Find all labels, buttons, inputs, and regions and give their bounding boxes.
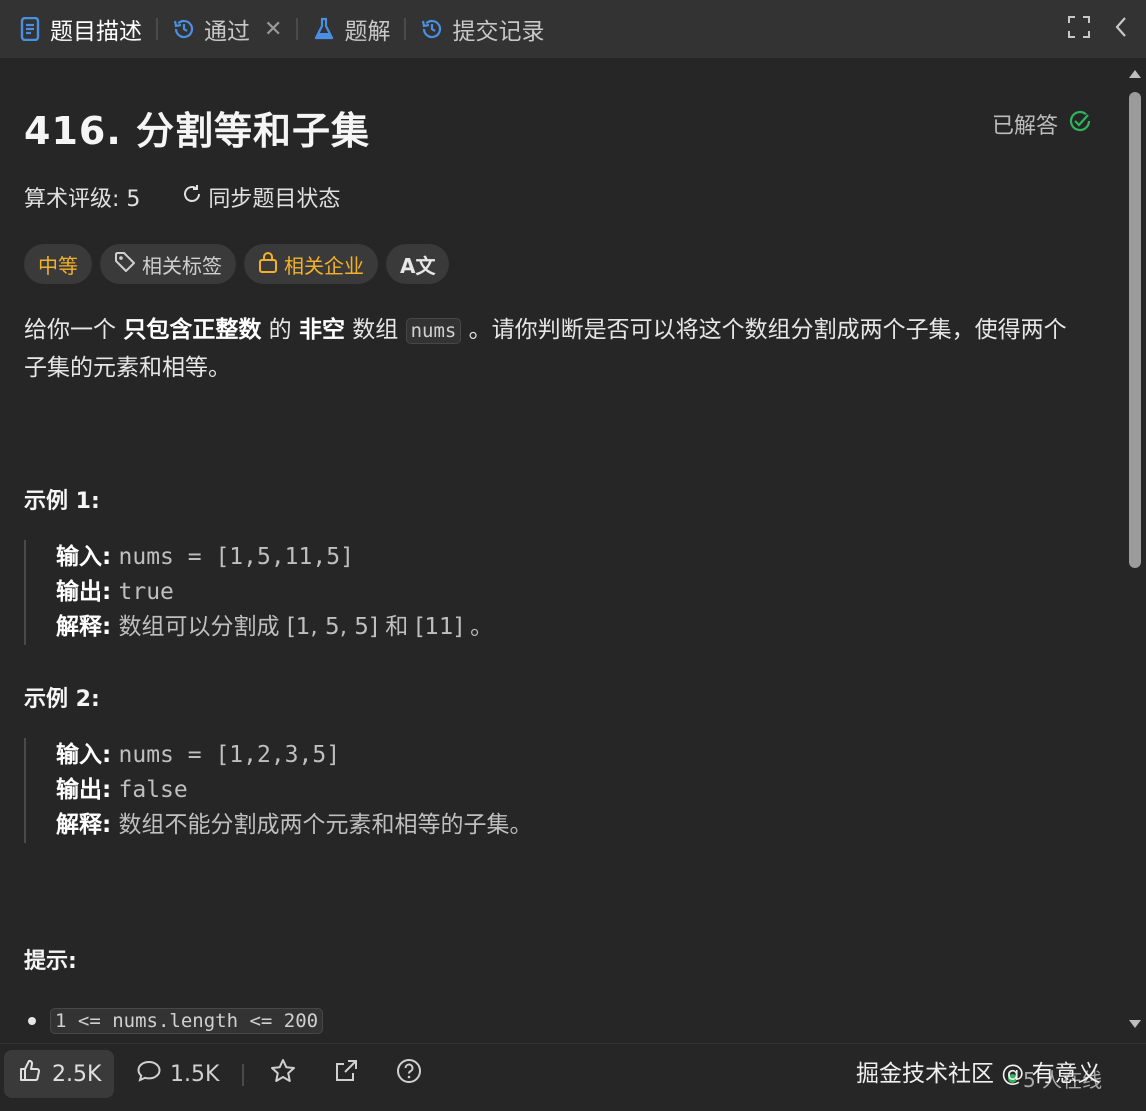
- sync-label: 同步题目状态: [208, 187, 341, 212]
- related-tags-label: 相关标签: [142, 253, 222, 278]
- desc-bold-non-empty: 非空: [298, 317, 345, 343]
- scroll-down-arrow-icon[interactable]: [1129, 1020, 1141, 1028]
- bottom-action-bar: 2.5K 1.5K 5 人在线 掘金技术社区 @ 有意义: [0, 1043, 1146, 1111]
- translate-icon: A文: [400, 253, 436, 278]
- input-label: 输入:: [56, 742, 112, 768]
- explain-label: 解释:: [56, 812, 112, 838]
- thumbs-up-icon: [18, 1059, 42, 1089]
- desc-text: 给你一个: [24, 317, 124, 343]
- fullscreen-icon[interactable]: [1068, 16, 1090, 42]
- tabbar-actions: [1068, 0, 1128, 58]
- example-2-input: 输入: nums = [1,2,3,5]: [56, 738, 824, 773]
- hint-constraint: 1 <= nums.length <= 200: [50, 1008, 324, 1034]
- history-icon: [172, 17, 196, 41]
- close-icon[interactable]: ✕: [264, 17, 282, 42]
- solved-status: 已解答: [992, 108, 1092, 140]
- example-1-output: 输出: true: [56, 575, 824, 610]
- lock-icon: [258, 251, 278, 278]
- example-2-heading: 示例 2:: [24, 687, 100, 712]
- output-label: 输出:: [56, 777, 112, 803]
- tab-solutions[interactable]: 题解: [312, 0, 390, 58]
- doc-icon: [18, 17, 42, 41]
- tag-row: 中等 相关标签 相关企业 A文: [24, 244, 450, 284]
- translate-button[interactable]: A文: [386, 244, 450, 284]
- example-2-block: 输入: nums = [1,2,3,5] 输出: false 解释: 数组不能分…: [24, 738, 824, 843]
- rating-label: 算术评级: 5: [24, 187, 141, 212]
- check-circle-icon: [1068, 109, 1092, 139]
- related-tags-button[interactable]: 相关标签: [100, 244, 236, 284]
- tab-solutions-label: 题解: [344, 19, 391, 45]
- bullet-icon: [28, 1017, 36, 1025]
- example-1-heading: 示例 1:: [24, 489, 100, 514]
- tag-icon: [114, 251, 136, 278]
- tab-description[interactable]: 题目描述: [18, 0, 142, 58]
- problem-meta: 算术评级: 5 同步题目状态: [24, 181, 340, 213]
- sync-status-button[interactable]: 同步题目状态: [182, 181, 340, 213]
- tab-bar: 题目描述 通过 ✕ 题解 提交记录: [0, 0, 1146, 58]
- hint-item: 1 <= nums.length <= 200: [24, 1008, 324, 1034]
- comment-icon: [136, 1059, 162, 1089]
- example-2-output: 输出: false: [56, 773, 824, 808]
- problem-title: 416. 分割等和子集: [24, 109, 370, 153]
- example-1-explanation: 解释: 数组可以分割成 [1, 5, 5] 和 [11] 。: [56, 610, 824, 645]
- difficulty-label: 中等: [38, 253, 78, 278]
- tab-accepted[interactable]: 通过 ✕: [172, 0, 282, 58]
- solved-label: 已解答: [991, 114, 1058, 139]
- tab-accepted-label: 通过: [204, 19, 250, 45]
- collapse-icon[interactable]: [1114, 16, 1128, 42]
- explain-label: 解释:: [56, 614, 112, 640]
- like-count: 2.5K: [52, 1061, 102, 1087]
- example-1-block: 输入: nums = [1,5,11,5] 输出: true 解释: 数组可以分…: [24, 540, 824, 645]
- output-label: 输出:: [56, 579, 112, 605]
- tab-submissions[interactable]: 提交记录: [420, 0, 544, 58]
- example-2-explanation: 解释: 数组不能分割成两个元素和相等的子集。: [56, 808, 824, 843]
- desc-text: 的: [261, 317, 299, 343]
- output-value: false: [118, 777, 188, 803]
- output-value: true: [118, 579, 174, 605]
- tab-divider: [404, 18, 407, 40]
- tab-divider: [156, 18, 158, 40]
- hints-heading: 提示:: [24, 949, 77, 974]
- tab-submissions-label: 提交记录: [452, 19, 545, 45]
- tab-description-label: 题目描述: [50, 19, 142, 45]
- related-companies-label: 相关企业: [284, 253, 364, 278]
- favorite-button[interactable]: [270, 1050, 296, 1098]
- example-1-input: 输入: nums = [1,5,11,5]: [56, 540, 824, 575]
- input-value: nums = [1,2,3,5]: [118, 742, 341, 768]
- share-button[interactable]: [333, 1050, 359, 1098]
- scrollbar-thumb[interactable]: [1129, 92, 1141, 568]
- history-icon: [420, 17, 444, 41]
- comment-count: 1.5K: [170, 1061, 220, 1087]
- app-root: 题目描述 通过 ✕ 题解 提交记录 416. 分割等和子集 已解答 算术评级: …: [0, 0, 1146, 1111]
- explain-value: 数组不能分割成两个元素和相等的子集。: [118, 812, 533, 838]
- help-button[interactable]: [396, 1050, 422, 1098]
- like-button[interactable]: 2.5K: [4, 1050, 114, 1098]
- input-value: nums = [1,5,11,5]: [118, 544, 354, 570]
- input-label: 输入:: [56, 544, 112, 570]
- desc-text: 数组: [344, 317, 406, 343]
- explain-value: 数组可以分割成 [1, 5, 5] 和 [11] 。: [118, 614, 494, 640]
- scroll-up-arrow-icon[interactable]: [1129, 70, 1141, 78]
- watermark-text: 掘金技术社区 @ 有意义: [856, 1061, 1101, 1087]
- bottom-divider: [242, 1064, 244, 1086]
- difficulty-badge[interactable]: 中等: [24, 244, 92, 284]
- help-icon: [396, 1058, 422, 1090]
- flask-icon: [312, 17, 336, 41]
- related-companies-button[interactable]: 相关企业: [244, 244, 378, 284]
- refresh-icon: [182, 184, 202, 210]
- tab-divider: [296, 18, 299, 40]
- share-icon: [333, 1058, 359, 1090]
- inline-code-nums: nums: [405, 318, 462, 344]
- comments-button[interactable]: 1.5K: [136, 1050, 219, 1098]
- desc-bold-positive-integers: 只包含正整数: [123, 317, 262, 343]
- problem-description: 给你一个 只包含正整数 的 非空 数组 nums 。请你判断是否可以将这个数组分…: [24, 312, 1084, 387]
- star-icon: [270, 1058, 296, 1090]
